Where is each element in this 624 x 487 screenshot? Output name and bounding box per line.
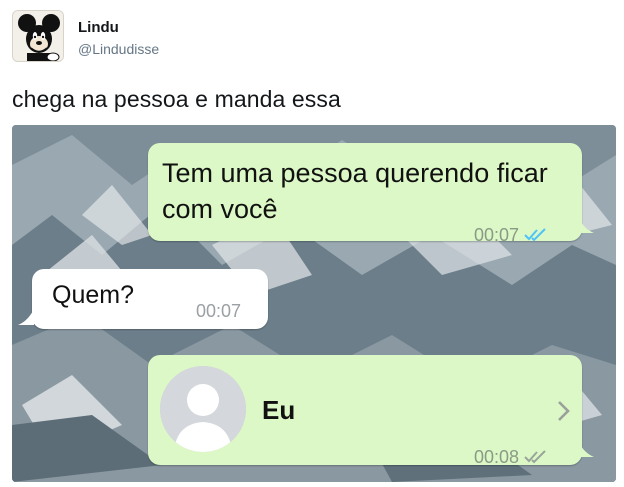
message-timestamp: 00:07 <box>474 225 549 246</box>
timestamp-text: 00:08 <box>474 447 520 467</box>
profile-avatar[interactable] <box>12 10 64 62</box>
tweet-header: Lindu @Lindudisse <box>12 10 612 66</box>
bubble-tail <box>578 217 594 233</box>
display-name[interactable]: Lindu <box>78 19 119 36</box>
incoming-message-bubble[interactable]: Quem? 00:07 <box>18 269 268 329</box>
bubble-tail <box>578 441 594 457</box>
outgoing-message-bubble[interactable]: Tem uma pessoa querendo ficar com você 0… <box>148 143 594 245</box>
bubble-tail <box>18 309 34 325</box>
tweet-text: chega na pessoa e manda essa <box>12 86 341 112</box>
message-timestamp: 00:08 <box>474 447 549 468</box>
mickey-avatar-icon <box>13 11 63 61</box>
message-text: Quem? <box>52 281 134 309</box>
contact-name: Eu <box>262 395 296 425</box>
chevron-right-icon[interactable] <box>556 399 572 423</box>
timestamp-text: 00:07 <box>474 225 520 245</box>
contact-avatar <box>160 366 246 452</box>
double-check-icon <box>523 226 549 246</box>
double-check-icon <box>523 448 549 468</box>
user-handle[interactable]: @Lindudisse <box>78 41 159 57</box>
default-person-icon <box>160 366 246 452</box>
contact-card-bubble[interactable]: Eu 00:08 <box>148 355 594 468</box>
message-timestamp: 00:07 <box>196 301 242 321</box>
chat-screenshot-image[interactable]: Tem uma pessoa querendo ficar com você 0… <box>12 125 616 482</box>
message-text: Tem uma pessoa querendo ficar com você <box>162 158 548 224</box>
